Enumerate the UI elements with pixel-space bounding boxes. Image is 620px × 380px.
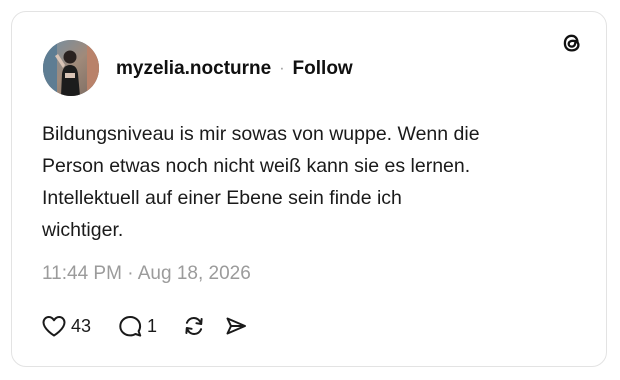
like-count: 43 [71, 315, 92, 336]
heart-icon [42, 316, 66, 337]
header-separator: · [279, 60, 285, 77]
post-body: Bildungsniveau is mir sowas von wuppe. W… [42, 118, 582, 246]
follow-button[interactable]: Follow [293, 58, 353, 80]
repost-button[interactable] [181, 314, 207, 338]
post-text-line: Intellektuell auf einer Ebene sein finde… [42, 187, 402, 209]
profile-photo-icon [43, 40, 99, 96]
action-bar: 43 1 [41, 313, 249, 339]
post-text-line: Bildungsniveau is mir sowas von wuppe. W… [42, 123, 480, 145]
reply-button[interactable]: 1 [117, 314, 157, 338]
send-icon [226, 317, 247, 335]
post-text-line: Person etwas noch nicht weiß kann sie es… [42, 155, 471, 177]
comment-icon [119, 316, 142, 337]
share-button[interactable] [223, 314, 249, 338]
repost-icon [185, 316, 203, 336]
avatar[interactable] [43, 40, 99, 96]
post-card: myzelia.nocturne · Follow Bildungsniveau… [11, 11, 607, 367]
post-timestamp[interactable]: 11:44 PM · Aug 18, 2026 [42, 263, 251, 285]
post-text-line: wichtiger. [42, 219, 124, 241]
threads-logo-icon[interactable] [558, 29, 586, 57]
username-link[interactable]: myzelia.nocturne [116, 58, 271, 80]
post-header: myzelia.nocturne · Follow [116, 57, 353, 81]
reply-count: 1 [147, 315, 158, 336]
like-button[interactable]: 43 [41, 314, 91, 338]
